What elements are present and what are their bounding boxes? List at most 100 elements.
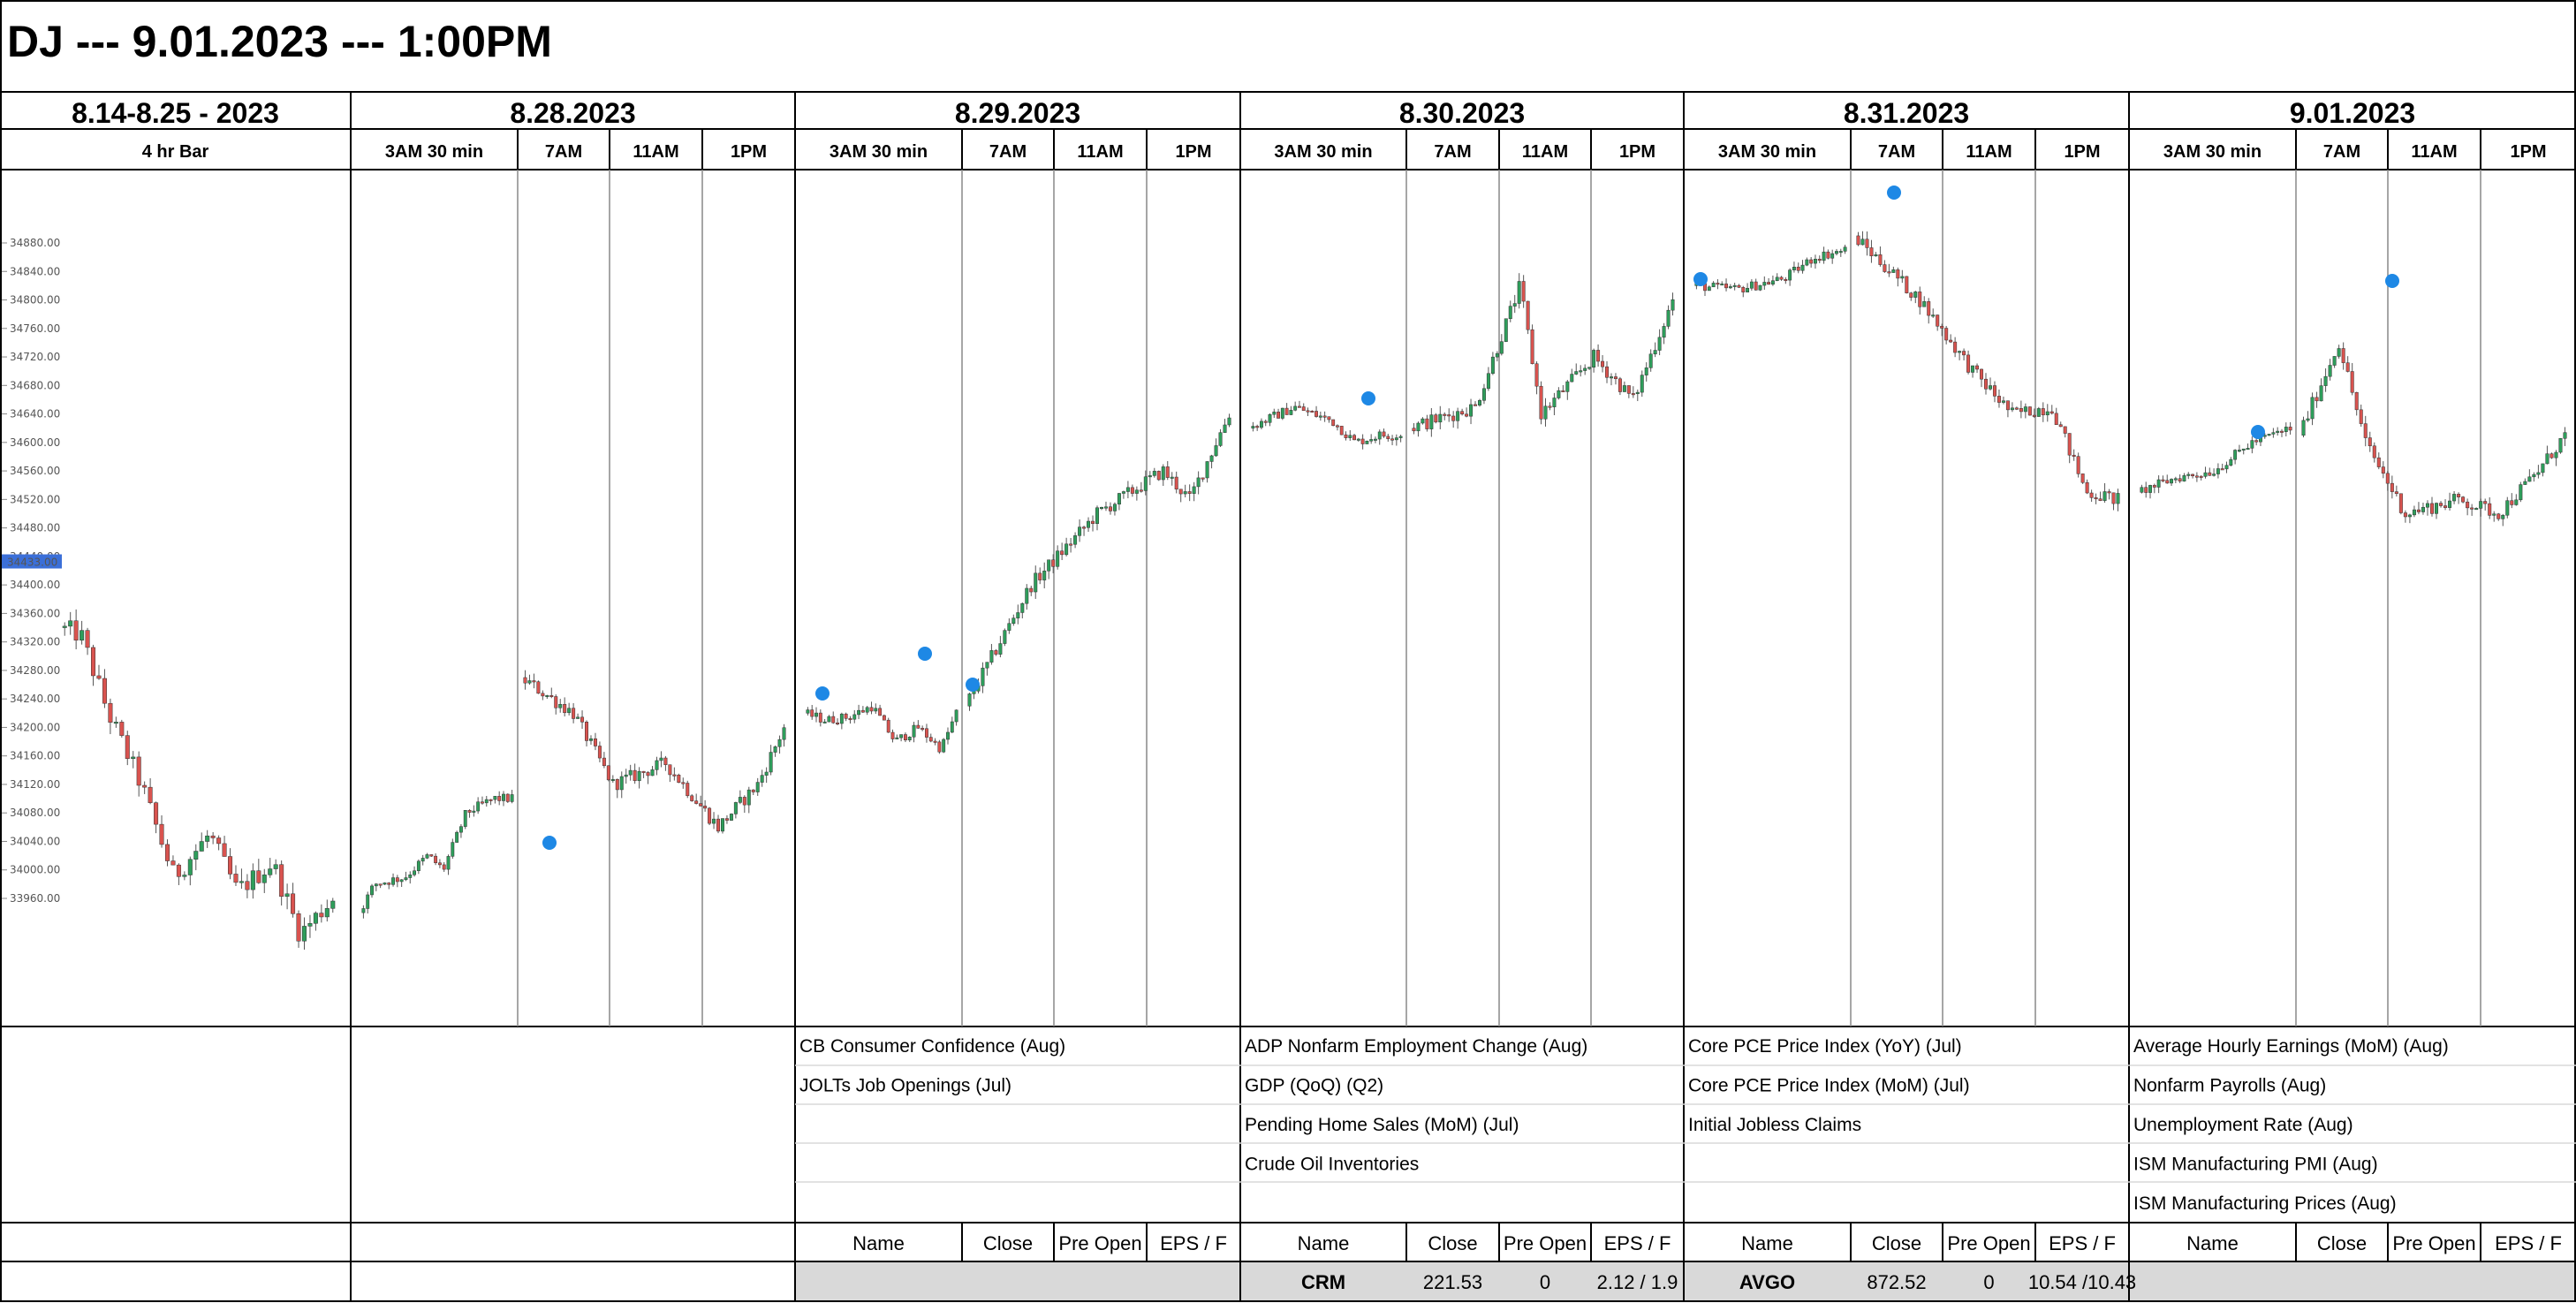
candle [2412,509,2416,516]
candle [2186,473,2191,476]
y-tick-label: 34880.00 [10,237,60,249]
candle [1548,405,1552,408]
candle [502,793,505,801]
candle [1099,506,1103,509]
candle [233,874,239,883]
candle [2148,485,2152,493]
candle [2063,426,2067,434]
candle [760,775,764,783]
candle [1293,405,1298,411]
candle [2416,509,2421,512]
candle [746,789,751,806]
candle [395,877,399,883]
news-marker-icon [918,647,932,661]
candle [437,862,442,866]
candle [182,875,187,877]
candle [1477,400,1481,405]
candle [1749,281,1754,289]
candle [1331,419,1336,427]
candle [113,722,118,724]
candle [1648,353,1653,368]
candle [261,875,267,883]
candle [2505,500,2510,516]
y-tick-label: 34600.00 [10,436,60,449]
candle [481,801,484,804]
candle [686,783,690,797]
candle [2111,492,2116,504]
candle [1451,415,1456,421]
session-label: 7AM [1878,142,1915,162]
candle [2170,479,2173,484]
candle [1069,543,1073,546]
y-tick-label: 34240.00 [10,693,60,705]
session-label: 1PM [1619,142,1655,162]
candle [869,707,874,712]
candle [1438,413,1443,423]
candle [1883,264,1887,272]
candle [738,797,742,803]
candle [585,722,589,741]
y-tick-label: 34360.00 [10,607,60,619]
candle [1020,602,1025,613]
candle [2301,420,2306,436]
candle [1975,365,1980,370]
candle [1508,306,1512,319]
candle [1495,352,1499,358]
candle [1856,235,1860,246]
session-label: 1PM [2510,142,2546,162]
candle [1112,504,1117,511]
candle [1971,365,1975,373]
candle [576,716,580,719]
column-header: 8.28.2023 [510,97,635,129]
news-marker-icon [1887,186,1901,200]
event-item: Initial Jobless Claims [1688,1115,1861,1135]
candle [874,708,878,712]
event-item: ISM Manufacturing PMI (Aug) [2133,1155,2378,1175]
candle [1767,282,1771,285]
candle [1060,550,1064,556]
candle [1280,407,1284,419]
candle [1728,286,1732,289]
candle [383,883,387,885]
event-item: GDP (QoQ) (Q2) [1245,1076,1383,1096]
candle [2144,487,2148,493]
candle [250,870,255,890]
candle [764,771,769,776]
candle [2182,475,2186,481]
candle [1724,284,1728,289]
candle [2220,468,2224,471]
candle [1047,559,1051,572]
candle [659,757,663,761]
y-tick-label: 33960.00 [10,892,60,905]
session-label: 11AM [1077,142,1123,162]
y-tick-label: 34400.00 [10,579,60,591]
candle [102,678,107,704]
candle [1322,415,1327,418]
candle [899,734,904,739]
candle [1958,351,1962,353]
candle [1095,507,1100,524]
candle [2532,473,2536,478]
candle [1596,350,1601,362]
candle [1170,476,1174,479]
candle [176,864,181,877]
candle [886,719,890,733]
candle [2479,501,2483,509]
candle [606,765,610,781]
candle [245,881,250,890]
candle [2514,499,2519,505]
earnings-row-fill [795,1261,2576,1301]
candle [1992,385,1996,397]
candle [429,854,434,857]
candle [1534,363,1539,387]
session-label: 3AM 30 min [385,142,483,162]
candle [420,858,425,862]
candle [1161,466,1165,481]
candle [374,883,378,887]
candle [1187,491,1192,494]
candle [1953,341,1958,353]
candle [1770,280,1775,285]
candle [1481,388,1486,401]
candle [2332,356,2337,366]
candle [554,696,558,708]
